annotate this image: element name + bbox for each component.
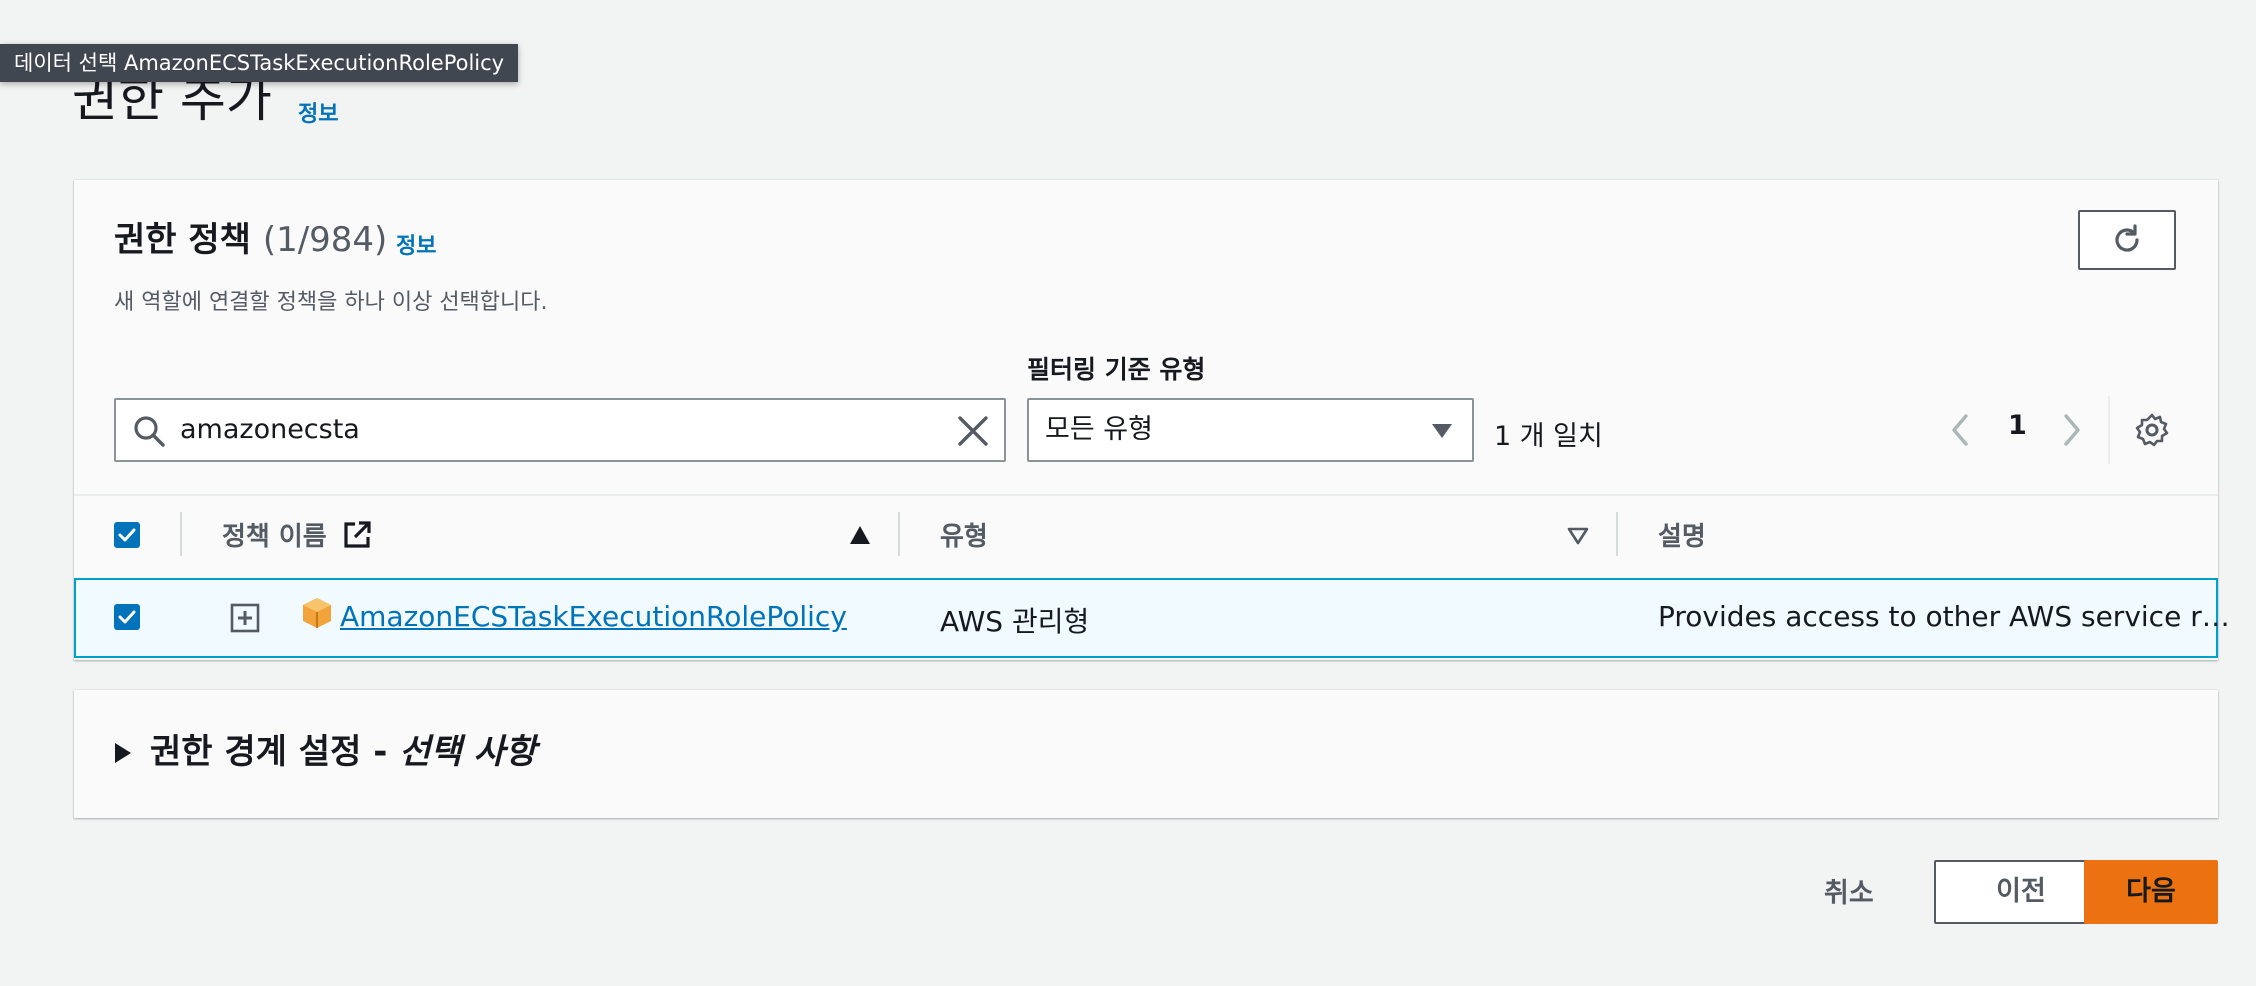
- type-filter-select[interactable]: 모든 유형: [1027, 398, 1474, 462]
- pager-divider: [2108, 396, 2110, 464]
- check-icon: [118, 528, 136, 542]
- permissions-boundary-optional: 선택 사항: [399, 732, 537, 772]
- clear-icon[interactable]: [956, 414, 990, 448]
- select-all-checkbox[interactable]: [114, 522, 140, 548]
- column-header-policy-name[interactable]: 정책 이름: [222, 516, 372, 553]
- tooltip: 데이터 선택 AmazonECSTaskExecutionRolePolicy: [0, 44, 519, 82]
- table-header: [74, 494, 2218, 576]
- column-header-type[interactable]: 유형: [940, 516, 988, 553]
- policy-name-link[interactable]: AmazonECSTaskExecutionRolePolicy: [340, 600, 847, 633]
- panel-info-link[interactable]: 정보: [396, 228, 436, 260]
- sort-descending-icon[interactable]: [1566, 526, 1590, 546]
- caret-down-icon: [1432, 424, 1452, 438]
- refresh-button[interactable]: [2078, 210, 2176, 270]
- filter-type-label: 필터링 기준 유형: [1027, 355, 1206, 384]
- permissions-boundary-toggle[interactable]: 권한 경계 설정 - 선택 사항: [112, 730, 536, 774]
- column-header-policy-name-label: 정책 이름: [222, 522, 327, 552]
- chevron-left-icon[interactable]: [1948, 412, 1972, 448]
- column-separator: [180, 512, 182, 556]
- search-input[interactable]: amazonecsta: [114, 398, 1006, 462]
- caret-right-icon: [115, 743, 131, 763]
- search-icon: [134, 416, 165, 447]
- policy-count: (1/984): [262, 220, 388, 260]
- chevron-right-icon[interactable]: [2060, 412, 2084, 448]
- panel-title-text: 권한 정책: [114, 220, 251, 260]
- page-info-link[interactable]: 정보: [298, 96, 338, 128]
- expand-row-icon[interactable]: [230, 603, 260, 633]
- column-separator: [1616, 512, 1618, 556]
- current-page[interactable]: 1: [2008, 410, 2027, 441]
- panel-description: 새 역할에 연결할 정책을 하나 이상 선택합니다.: [114, 290, 548, 315]
- previous-button[interactable]: 이전: [1934, 860, 2108, 924]
- search-input-value: amazonecsta: [180, 414, 360, 445]
- aws-managed-policy-icon: [303, 598, 331, 628]
- type-filter-value: 모든 유형: [1045, 414, 1153, 445]
- refresh-icon: [2115, 224, 2139, 252]
- next-button[interactable]: 다음: [2084, 860, 2218, 924]
- column-separator: [898, 512, 900, 556]
- permissions-boundary-title: 권한 경계 설정 -: [150, 732, 400, 772]
- policy-description: Provides access to other AWS service r…: [1658, 600, 2230, 633]
- sort-ascending-icon[interactable]: [848, 524, 872, 546]
- cancel-button[interactable]: 취소: [1800, 864, 1898, 924]
- panel-title: 권한 정책 (1/984): [114, 218, 387, 262]
- external-link-icon: [344, 521, 371, 548]
- policy-type: AWS 관리형: [940, 605, 1090, 638]
- row-checkbox[interactable]: [114, 604, 140, 630]
- match-count: 1 개 일치: [1494, 421, 1603, 452]
- check-icon: [118, 610, 136, 624]
- column-header-description[interactable]: 설명: [1658, 516, 1706, 553]
- gear-icon[interactable]: [2134, 412, 2170, 448]
